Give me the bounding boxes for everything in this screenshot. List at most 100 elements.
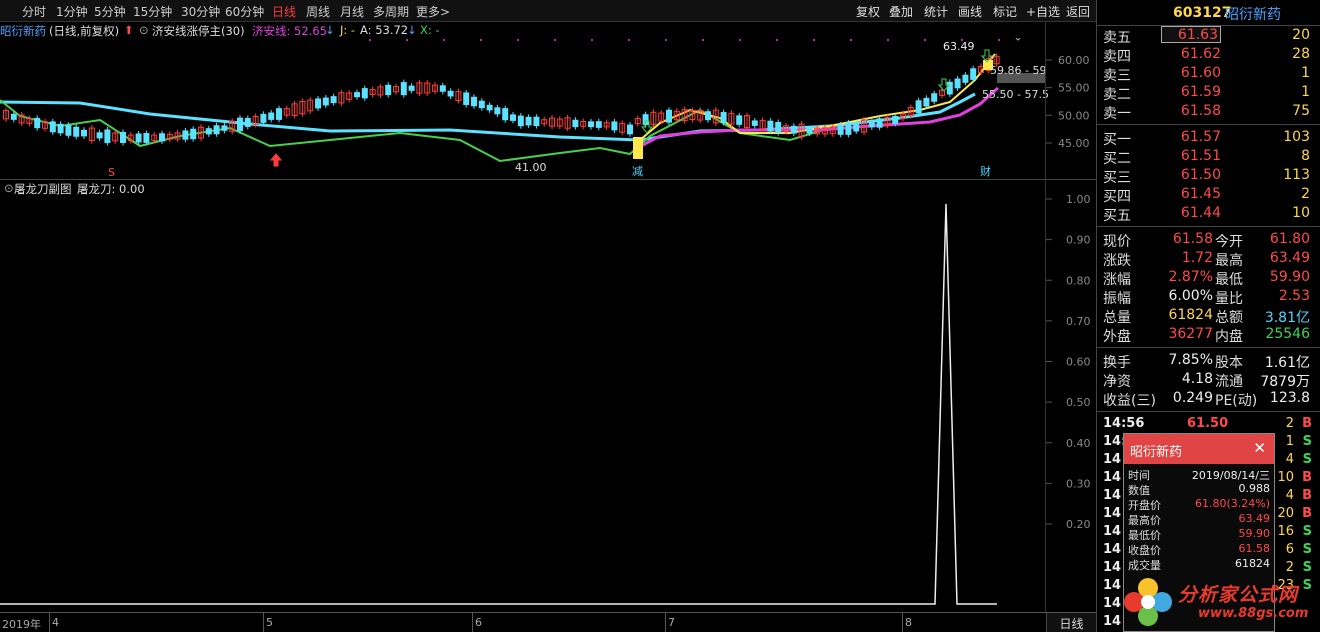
period-tab-0[interactable]: 分时 (22, 3, 46, 20)
bids-row: 买一 61.57 103 (1097, 128, 1320, 148)
quote-row: 净资 4.18 流通 7879万 (1097, 370, 1320, 390)
tool-button-3[interactable]: 画线 (958, 3, 982, 20)
tool-button-6[interactable]: 返回 (1066, 3, 1090, 20)
signal-dot (998, 39, 1000, 41)
candle-body (354, 92, 360, 98)
candlestick-chart[interactable]: 60.00 55.00 50.00 45.00 63.49 41.00 59.86 - 59… (0, 38, 1096, 179)
period-tab-8[interactable]: 月线 (340, 3, 364, 20)
day-tab[interactable]: 日线 (1046, 613, 1096, 632)
tick-volume: 4 (1285, 488, 1294, 503)
stock-name[interactable]: 昭衍新药 (1225, 4, 1281, 24)
signal-dot (887, 39, 889, 41)
candle-body (806, 128, 813, 134)
quote-label: 总额 (1215, 310, 1243, 326)
asks-price[interactable]: 61.60 (1161, 65, 1221, 81)
bids-price[interactable]: 61.57 (1161, 129, 1221, 145)
candle-body (915, 100, 922, 114)
stock-header: 603127 昭衍新药 (1097, 0, 1320, 26)
quote-value: 7.85% (1168, 352, 1213, 368)
period-tab-10[interactable]: 更多> (416, 3, 450, 20)
bids-label: 买四 (1103, 189, 1131, 205)
main-chart-info: 昭衍新药 (日线,前复权) ⬆ ⊙ 济安线涨停主(30) 济安线: 52.65 … (0, 22, 1045, 38)
signal-dot (628, 39, 630, 41)
period-tab-1[interactable]: 1分钟 (56, 3, 88, 20)
candle-body (946, 81, 953, 95)
indicator-name[interactable]: 济安线涨停主(30) (152, 23, 245, 39)
bids-price[interactable]: 61.44 (1161, 205, 1221, 221)
tooltip-row: 成交量 61824 (1124, 556, 1274, 572)
asks-volume: 28 (1292, 46, 1310, 62)
bids-label: 买五 (1103, 208, 1131, 224)
bids-row: 买三 61.50 113 (1097, 166, 1320, 186)
candle-body (853, 123, 860, 132)
quote-label: PE(动) (1215, 393, 1258, 409)
tool-button-0[interactable]: 复权 (856, 3, 880, 20)
tool-button-5[interactable]: +自选 (1026, 3, 1060, 20)
sub-axis-label: 0.90 (1066, 234, 1091, 247)
signal-dot (961, 39, 963, 41)
tool-button-1[interactable]: 叠加 (889, 3, 913, 20)
bids-label: 买二 (1103, 151, 1131, 167)
stock-code: 603127 (1173, 5, 1232, 21)
tooltip-label: 成交量 (1128, 559, 1161, 572)
sub-title[interactable]: 屠龙刀副图 (14, 181, 72, 197)
candle-body (244, 117, 251, 127)
asks-row: 卖一 61.58 75 (1097, 102, 1320, 122)
signal-dot (776, 39, 778, 41)
tool-button-2[interactable]: 统计 (924, 3, 948, 20)
quote-row: 收益(三) 0.249 PE(动) 123.8 (1097, 389, 1320, 409)
sub-indicator-chart[interactable]: 1.00 0.90 0.80 0.70 0.60 0.50 0.40 0.30 0.20 (0, 180, 1096, 612)
asks-price[interactable]: 61.63 (1161, 26, 1221, 43)
bids-label: 买三 (1103, 170, 1131, 186)
tool-button-4[interactable]: 标记 (993, 3, 1017, 20)
candle-body (268, 112, 275, 120)
quote-label: 收益(三) (1103, 393, 1156, 409)
indicator-line (0, 203, 997, 605)
price-axis-label: 55.00 (1058, 82, 1090, 95)
asks-price[interactable]: 61.58 (1161, 103, 1221, 119)
candle-body (330, 96, 337, 104)
candle-body (315, 98, 321, 109)
quote-label: 量比 (1215, 291, 1243, 307)
signal-dot (850, 39, 852, 41)
asks-price[interactable]: 61.62 (1161, 46, 1221, 62)
asks-volume: 20 (1292, 27, 1310, 43)
period-tab-4[interactable]: 30分钟 (181, 3, 220, 20)
period-tab-5[interactable]: 60分钟 (225, 3, 264, 20)
candle-body (837, 124, 844, 135)
period-tab-6[interactable]: 日线 (272, 3, 296, 20)
sub-settings-icon[interactable]: ⊙ (4, 181, 14, 195)
bids-price[interactable]: 61.51 (1161, 148, 1221, 164)
price-axis-label: 60.00 (1058, 54, 1090, 67)
chart-mode-label: (日线,前复权) (49, 24, 120, 38)
candle-body (486, 104, 493, 111)
tooltip-rows: 时间 2019/08/14/三 数值 0.988 开盘价 61.80(3.24%) 最高价 6… (1124, 464, 1274, 572)
bids-price[interactable]: 61.50 (1161, 167, 1221, 183)
close-icon[interactable]: ✕ (1253, 439, 1266, 457)
candle-body (494, 107, 501, 115)
asks-price[interactable]: 61.59 (1161, 84, 1221, 100)
period-tab-7[interactable]: 周线 (306, 3, 330, 20)
period-tab-9[interactable]: 多周期 (373, 3, 409, 20)
candle-body (143, 132, 150, 143)
quote-label: 净资 (1103, 374, 1131, 390)
price-axis-label: 45.00 (1058, 137, 1090, 150)
tick-volume: 20 (1277, 506, 1294, 521)
candle-body (611, 121, 618, 131)
asks-label: 卖四 (1103, 49, 1131, 65)
asks-volume: 1 (1301, 65, 1310, 81)
period-tab-3[interactable]: 15分钟 (133, 3, 172, 20)
quote-value: 6.00% (1168, 288, 1213, 304)
signal-dot (406, 39, 408, 41)
tick-time: 14 (1103, 470, 1122, 485)
sub-axis-label: 0.60 (1066, 356, 1091, 369)
sub-axis-label: 1.00 (1066, 193, 1091, 206)
jiaxian-value: 济安线: 52.65 (252, 24, 327, 38)
candle-body (962, 74, 969, 83)
candle-body (408, 85, 415, 91)
bids-price[interactable]: 61.45 (1161, 186, 1221, 202)
dropdown-icon[interactable]: ⊙ (139, 23, 149, 37)
quote-row: 振幅 6.00% 量比 2.53 (1097, 287, 1320, 307)
period-tab-2[interactable]: 5分钟 (94, 3, 126, 20)
tooltip-title: 昭衍新药 (1130, 445, 1183, 460)
